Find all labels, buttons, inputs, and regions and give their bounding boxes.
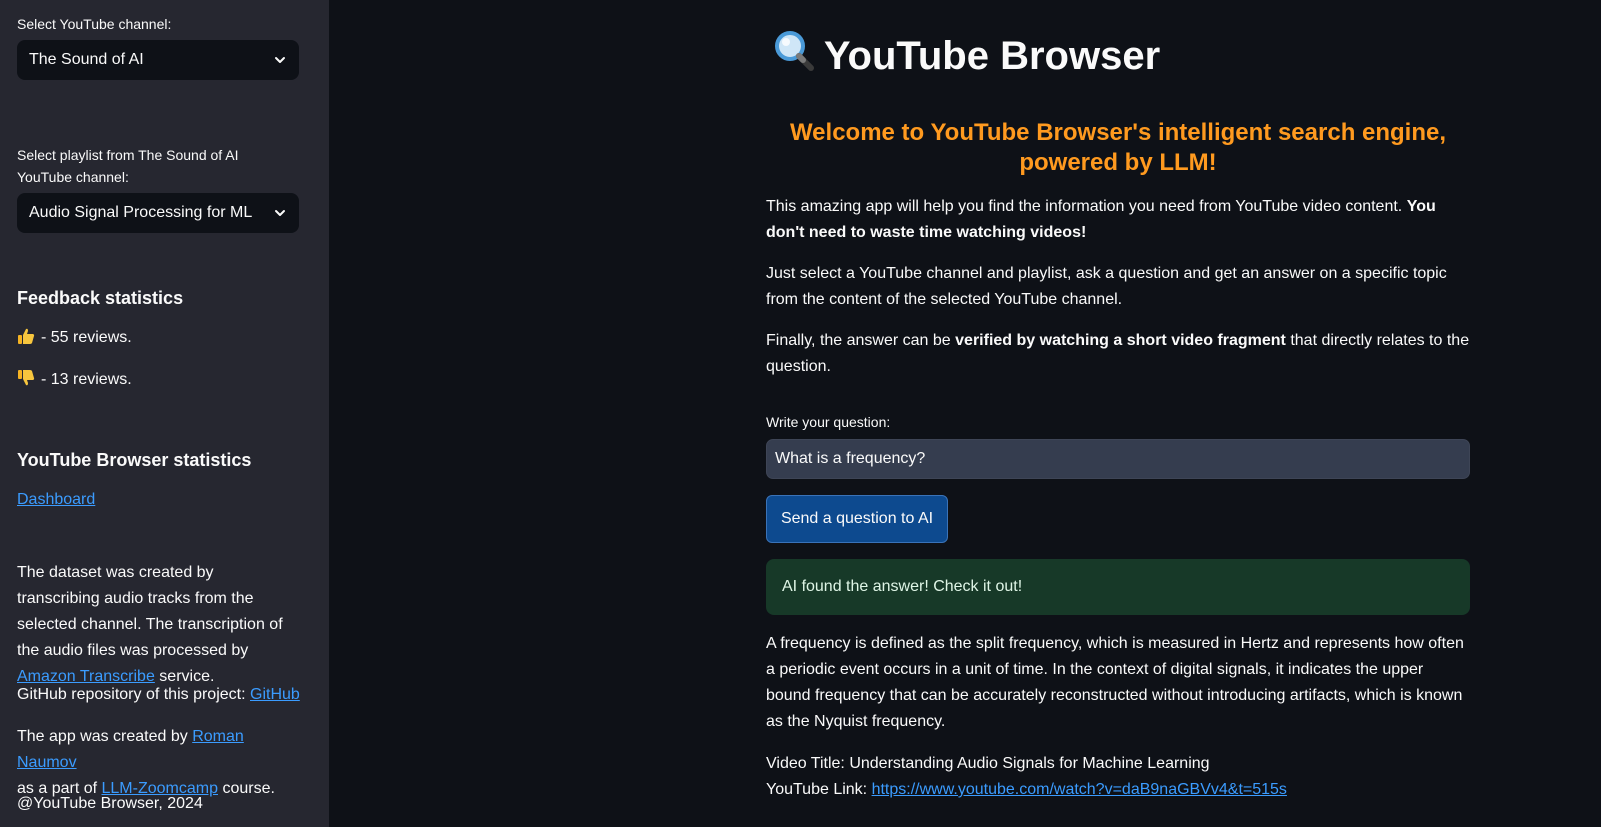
success-text: AI found the answer! Check it out! (782, 578, 1023, 595)
send-question-button[interactable]: Send a question to AI (766, 495, 948, 543)
github-note: GitHub repository of this project: GitHu… (17, 682, 300, 708)
thumbs-down-text: - 13 reviews. (41, 371, 132, 388)
main-column: Welcome to YouTube Browser's intelligent… (766, 0, 1470, 827)
github-link[interactable]: GitHub (250, 686, 300, 703)
question-label: Write your question: (766, 414, 891, 430)
success-alert: AI found the answer! Check it out! (766, 559, 1470, 615)
answer-text: A frequency is defined as the split freq… (766, 635, 1464, 730)
thumbs-up-text: - 55 reviews. (41, 329, 132, 346)
intro-paragraph: This amazing app will help you find the … (766, 194, 1470, 246)
created-text-3: course. (222, 780, 275, 797)
playlist-select[interactable]: Audio Signal Processing for ML (17, 193, 299, 233)
playlist-select-label: Select playlist from The Sound of AI You… (17, 147, 239, 185)
verify-paragraph: Finally, the answer can be verified by w… (766, 328, 1470, 380)
intro-text: This amazing app will help you find the … (766, 198, 1403, 215)
dataset-note: The dataset was created by transcribing … (17, 560, 297, 690)
sidebar: Select YouTube channel: The Sound of AI … (0, 0, 329, 827)
youtube-link[interactable]: https://www.youtube.com/watch?v=daB9naGB… (872, 781, 1287, 798)
question-input[interactable] (766, 439, 1470, 479)
channel-select-value: The Sound of AI (29, 51, 144, 68)
copyright: @YouTube Browser, 2024 (17, 795, 203, 812)
video-info: Video Title: Understanding Audio Signals… (766, 751, 1470, 803)
instructions-paragraph: Just select a YouTube channel and playli… (766, 265, 1447, 308)
thumbs-down-icon (17, 369, 35, 387)
github-text: GitHub repository of this project: (17, 686, 246, 703)
youtube-link-label: YouTube Link: (766, 781, 868, 798)
dashboard-link[interactable]: Dashboard (17, 487, 95, 513)
thumbs-down-stat: - 13 reviews. (17, 367, 132, 393)
main-content: YouTube Browser Welcome to YouTube Brows… (329, 0, 1601, 827)
feedback-heading: Feedback statistics (17, 288, 184, 308)
chevron-down-icon (273, 206, 287, 220)
browser-stats-heading: YouTube Browser statistics (17, 450, 252, 470)
welcome-heading: Welcome to YouTube Browser's intelligent… (789, 119, 1447, 176)
video-title: Video Title: Understanding Audio Signals… (766, 755, 1210, 772)
verify-bold-text: verified by watching a short video fragm… (955, 332, 1286, 349)
verify-text-a: Finally, the answer can be (766, 332, 951, 349)
thumbs-up-icon (17, 327, 35, 345)
youtube-link-row: YouTube Link: https://www.youtube.com/wa… (766, 777, 1470, 803)
dataset-text: The dataset was created by transcribing … (17, 564, 283, 659)
chevron-down-icon (273, 53, 287, 67)
playlist-select-value: Audio Signal Processing for ML (29, 204, 253, 221)
channel-select-label: Select YouTube channel: (17, 16, 172, 32)
thumbs-up-stat: - 55 reviews. (17, 325, 132, 351)
created-text: The app was created by (17, 728, 188, 745)
channel-select[interactable]: The Sound of AI (17, 40, 299, 80)
